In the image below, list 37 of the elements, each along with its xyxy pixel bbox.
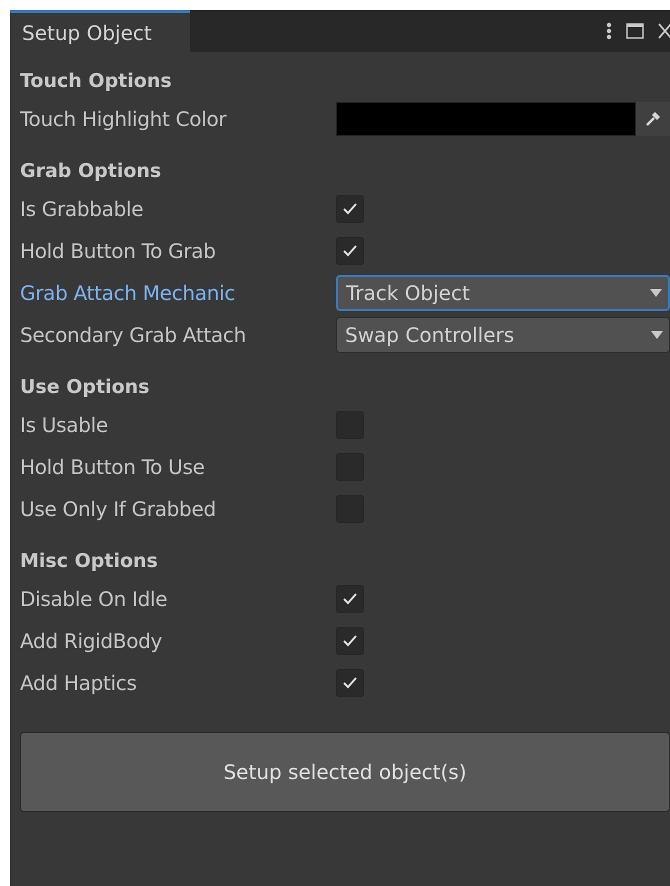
- field-label: Is Usable: [20, 413, 109, 437]
- field-label: Disable On Idle: [20, 587, 168, 611]
- caret-icon[interactable]: [650, 289, 662, 297]
- checkbox[interactable]: [336, 237, 364, 265]
- field-label: Grab Attach Mechanic: [20, 281, 236, 305]
- field-label: Add Haptics: [20, 671, 138, 695]
- field-label: Hold Button To Grab: [20, 239, 217, 263]
- checkmark-icon[interactable]: [343, 203, 357, 215]
- caret-icon[interactable]: [651, 331, 663, 339]
- section-heading: Misc Options: [20, 549, 159, 574]
- window-tab[interactable]: Setup Object: [10, 10, 190, 52]
- checkbox[interactable]: [336, 195, 364, 223]
- checkbox[interactable]: [336, 669, 364, 697]
- field-label: Add RigidBody: [20, 629, 164, 653]
- maximize-icon[interactable]: [626, 23, 644, 39]
- setup-button[interactable]: Setup selected object(s): [20, 732, 670, 812]
- eyedropper-button[interactable]: [636, 102, 670, 136]
- field-label: Use Only If Grabbed: [20, 497, 217, 521]
- checkbox[interactable]: [336, 627, 364, 655]
- checkmark-icon[interactable]: [343, 245, 357, 257]
- section-heading: Use Options: [20, 375, 150, 400]
- checkmark-icon[interactable]: [343, 593, 357, 605]
- checkmark-icon[interactable]: [343, 677, 357, 689]
- dropdown[interactable]: Swap Controllers: [336, 317, 670, 353]
- section-heading: Grab Options: [20, 159, 162, 184]
- close-icon[interactable]: [658, 23, 670, 39]
- eyedropper-icon[interactable]: [645, 111, 661, 127]
- dropdown[interactable]: Track Object: [336, 275, 670, 311]
- color-field[interactable]: [336, 102, 636, 136]
- field-label: Is Grabbable: [20, 197, 144, 221]
- field-label: Secondary Grab Attach: [20, 323, 247, 347]
- section-heading: Touch Options: [20, 69, 173, 94]
- checkbox[interactable]: [336, 585, 364, 613]
- more-icon[interactable]: [606, 22, 612, 40]
- checkmark-icon[interactable]: [343, 635, 357, 647]
- field-label: Touch Highlight Color: [20, 107, 228, 131]
- field-label: Hold Button To Use: [20, 455, 206, 479]
